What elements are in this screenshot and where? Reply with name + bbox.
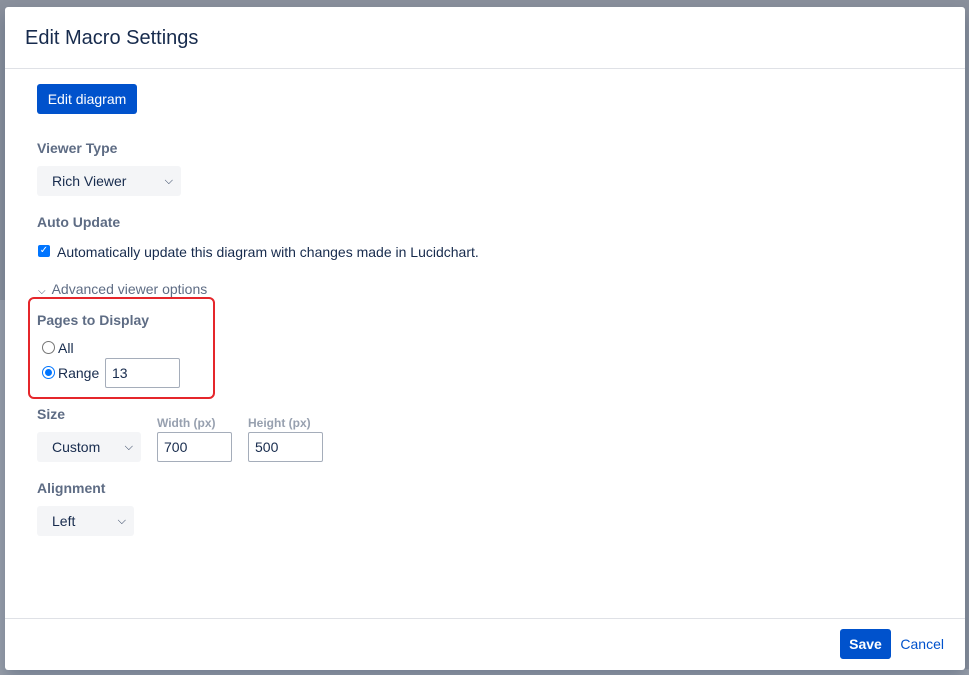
chevron-down-icon: ⌵ — [117, 515, 126, 527]
size-select[interactable]: Custom ⌵ — [37, 432, 141, 462]
viewer-type-value: Rich Viewer — [52, 173, 127, 189]
pages-all-label: All — [58, 340, 74, 356]
alignment-value: Left — [52, 513, 76, 529]
alignment-label: Alignment — [37, 480, 106, 496]
width-input[interactable] — [157, 432, 232, 462]
pages-range-radio[interactable] — [42, 366, 55, 379]
alignment-select[interactable]: Left ⌵ — [37, 506, 134, 536]
auto-update-checkbox-label: Automatically update this diagram with c… — [57, 244, 479, 260]
save-button[interactable]: Save — [840, 629, 891, 659]
pages-all-radio[interactable] — [42, 341, 55, 354]
pages-range-label: Range — [58, 365, 100, 381]
edit-macro-dialog: Edit Macro Settings Edit diagram Viewer … — [5, 7, 965, 670]
dialog-header: Edit Macro Settings — [5, 7, 965, 69]
size-value: Custom — [52, 439, 101, 455]
dialog-body: Edit diagram Viewer Type Rich Viewer ⌵ A… — [5, 69, 965, 619]
viewer-type-select[interactable]: Rich Viewer ⌵ — [37, 166, 181, 196]
edit-diagram-button[interactable]: Edit diagram — [37, 84, 137, 114]
pages-to-display-label: Pages to Display — [37, 312, 150, 328]
chevron-down-icon: ⌵ — [124, 441, 133, 453]
dialog-footer: Save Cancel — [5, 618, 965, 670]
cancel-link[interactable]: Cancel — [900, 636, 944, 652]
auto-update-checkbox[interactable]: ✓ — [38, 245, 50, 257]
size-label: Size — [37, 406, 66, 422]
chevron-down-icon: ⌵ — [38, 286, 46, 297]
height-input[interactable] — [248, 432, 323, 462]
advanced-viewer-options-toggle[interactable]: ⌵ Advanced viewer options — [38, 281, 207, 297]
pages-range-input[interactable] — [105, 358, 180, 388]
dialog-title: Edit Macro Settings — [25, 27, 199, 49]
viewer-type-label: Viewer Type — [37, 140, 118, 156]
chevron-down-icon: ⌵ — [164, 175, 173, 187]
advanced-viewer-options-label: Advanced viewer options — [51, 281, 208, 297]
height-label: Height (px) — [248, 416, 311, 430]
auto-update-label: Auto Update — [37, 214, 121, 230]
width-label: Width (px) — [157, 416, 216, 430]
